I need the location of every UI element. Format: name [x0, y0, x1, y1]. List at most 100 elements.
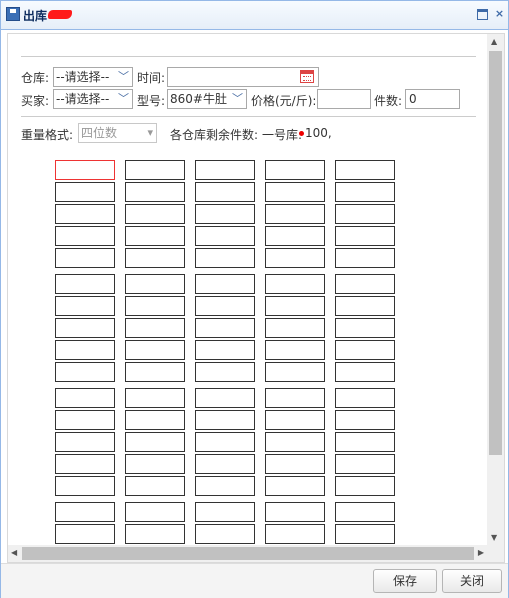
weight-cell[interactable]: [265, 432, 325, 452]
weight-cell[interactable]: [195, 204, 255, 224]
weight-cell[interactable]: [335, 432, 395, 452]
weight-cell[interactable]: [265, 502, 325, 522]
calendar-icon[interactable]: [300, 70, 314, 83]
close-button[interactable]: 关闭: [442, 569, 502, 593]
weight-cell[interactable]: [125, 182, 185, 202]
weight-cell[interactable]: [125, 388, 185, 408]
weight-cell[interactable]: [265, 524, 325, 544]
weight-cell[interactable]: [335, 274, 395, 294]
weight-cell[interactable]: [265, 410, 325, 430]
weight-cell[interactable]: [195, 432, 255, 452]
buyer-select[interactable]: --请选择-- ﹀: [53, 89, 133, 109]
weight-cell[interactable]: [55, 454, 115, 474]
save-button[interactable]: 保存: [373, 569, 437, 593]
weight-cell[interactable]: [265, 274, 325, 294]
weight-cell[interactable]: [195, 248, 255, 268]
weight-cell[interactable]: [335, 524, 395, 544]
weight-cell[interactable]: [195, 388, 255, 408]
price-input[interactable]: [317, 89, 371, 109]
vertical-scroll-thumb[interactable]: [489, 51, 502, 455]
weight-cell[interactable]: [335, 454, 395, 474]
weight-cell[interactable]: [55, 160, 115, 180]
weight-cell[interactable]: [265, 362, 325, 382]
weight-cell[interactable]: [335, 182, 395, 202]
weight-cell[interactable]: [125, 340, 185, 360]
weight-cell[interactable]: [195, 160, 255, 180]
weight-cell[interactable]: [125, 204, 185, 224]
weight-cell[interactable]: [195, 410, 255, 430]
scroll-left-icon[interactable]: ◀: [11, 548, 17, 557]
weight-cell[interactable]: [55, 388, 115, 408]
weight-cell[interactable]: [265, 388, 325, 408]
close-icon[interactable]: ×: [494, 8, 505, 20]
weight-cell[interactable]: [335, 160, 395, 180]
weight-cell[interactable]: [335, 226, 395, 246]
weight-cell[interactable]: [55, 432, 115, 452]
weight-cell[interactable]: [195, 502, 255, 522]
weight-cell[interactable]: [125, 410, 185, 430]
weight-cell[interactable]: [195, 340, 255, 360]
model-select[interactable]: 860#牛肚 ﹀: [167, 89, 247, 109]
weight-cell[interactable]: [55, 524, 115, 544]
weight-cell[interactable]: [125, 524, 185, 544]
weight-cell[interactable]: [265, 204, 325, 224]
weight-format-select[interactable]: 四位数 ▾: [78, 123, 157, 143]
weight-cell[interactable]: [265, 340, 325, 360]
weight-cell[interactable]: [335, 248, 395, 268]
vertical-scrollbar[interactable]: ▲ ▼: [487, 34, 504, 545]
weight-cell[interactable]: [335, 410, 395, 430]
weight-cell[interactable]: [335, 296, 395, 316]
horizontal-scroll-thumb[interactable]: [22, 547, 474, 560]
weight-cell[interactable]: [55, 182, 115, 202]
weight-cell[interactable]: [195, 524, 255, 544]
weight-cell[interactable]: [195, 274, 255, 294]
weight-cell[interactable]: [55, 476, 115, 496]
weight-cell[interactable]: [265, 476, 325, 496]
weight-cell[interactable]: [55, 274, 115, 294]
weight-cell[interactable]: [55, 362, 115, 382]
weight-cell[interactable]: [195, 182, 255, 202]
weight-cell[interactable]: [195, 318, 255, 338]
weight-cell[interactable]: [335, 204, 395, 224]
weight-cell[interactable]: [335, 476, 395, 496]
weight-cell[interactable]: [335, 318, 395, 338]
weight-cell[interactable]: [265, 160, 325, 180]
weight-cell[interactable]: [55, 318, 115, 338]
weight-cell[interactable]: [195, 476, 255, 496]
weight-cell[interactable]: [125, 502, 185, 522]
weight-cell[interactable]: [55, 502, 115, 522]
weight-cell[interactable]: [265, 182, 325, 202]
scroll-right-icon[interactable]: ▶: [478, 548, 484, 557]
horizontal-scrollbar[interactable]: ◀ ▶: [8, 545, 504, 562]
weight-cell[interactable]: [55, 340, 115, 360]
weight-cell[interactable]: [195, 296, 255, 316]
weight-cell[interactable]: [125, 454, 185, 474]
weight-cell[interactable]: [125, 274, 185, 294]
weight-cell[interactable]: [125, 362, 185, 382]
warehouse-select[interactable]: --请选择-- ﹀: [53, 67, 133, 87]
weight-cell[interactable]: [125, 476, 185, 496]
weight-cell[interactable]: [335, 362, 395, 382]
weight-cell[interactable]: [195, 226, 255, 246]
scroll-down-icon[interactable]: ▼: [491, 533, 497, 542]
count-input[interactable]: 0: [405, 89, 460, 109]
weight-cell[interactable]: [335, 388, 395, 408]
weight-cell[interactable]: [265, 248, 325, 268]
time-input[interactable]: [167, 67, 319, 87]
weight-cell[interactable]: [125, 160, 185, 180]
weight-cell[interactable]: [125, 248, 185, 268]
weight-cell[interactable]: [265, 318, 325, 338]
weight-cell[interactable]: [55, 204, 115, 224]
weight-cell[interactable]: [265, 454, 325, 474]
maximize-icon[interactable]: [477, 9, 488, 20]
weight-cell[interactable]: [335, 340, 395, 360]
weight-cell[interactable]: [55, 296, 115, 316]
weight-cell[interactable]: [195, 454, 255, 474]
weight-cell[interactable]: [55, 226, 115, 246]
weight-cell[interactable]: [265, 296, 325, 316]
weight-cell[interactable]: [125, 318, 185, 338]
scroll-up-icon[interactable]: ▲: [491, 37, 497, 46]
weight-cell[interactable]: [335, 502, 395, 522]
dialog-titlebar[interactable]: 出库 ×: [1, 1, 508, 30]
weight-cell[interactable]: [125, 296, 185, 316]
